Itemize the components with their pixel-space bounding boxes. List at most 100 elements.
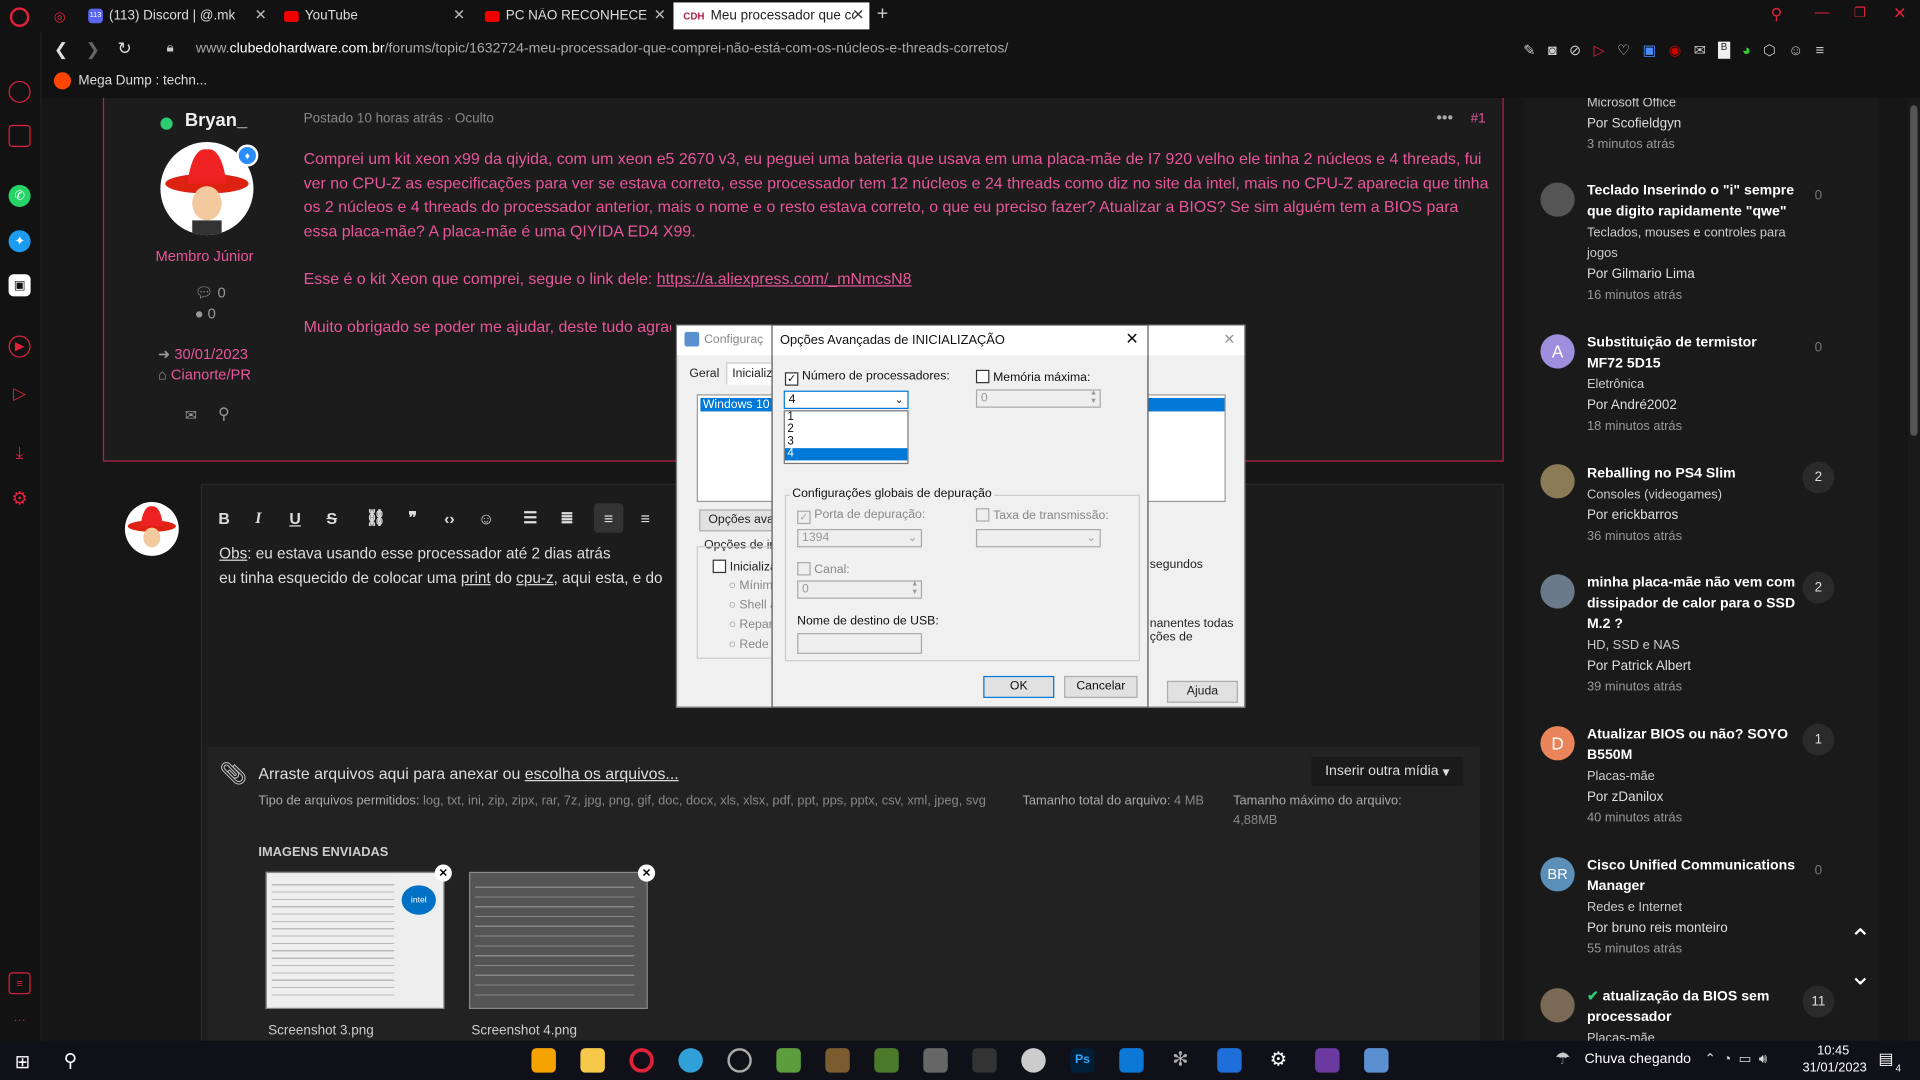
message-icon[interactable]: ✉ <box>185 407 197 424</box>
avatar[interactable]: BR <box>1540 857 1575 892</box>
baud-rate-checkbox[interactable]: Taxa de transmissão: <box>975 508 1109 523</box>
weather-text[interactable]: Chuva chegando <box>1585 1052 1691 1067</box>
usb-target-field[interactable] <box>797 633 923 654</box>
restore-icon[interactable]: ❐ <box>1854 5 1866 21</box>
dropdown-option[interactable]: 1 <box>785 411 907 423</box>
align-left-icon[interactable]: ≡ <box>593 503 624 533</box>
discord-sidebar-icon[interactable]: ▣ <box>8 274 31 297</box>
obs-icon[interactable] <box>1021 1048 1046 1073</box>
mail-icon[interactable]: ✉ <box>1694 42 1706 59</box>
edit-icon[interactable]: ✎ <box>1523 42 1535 59</box>
cancel-button[interactable]: Cancelar <box>1064 675 1138 698</box>
minecraft-launcher-icon[interactable] <box>825 1048 850 1073</box>
close-icon[interactable]: ✕ <box>852 6 864 23</box>
snowflake-icon[interactable]: ✻ <box>1168 1048 1192 1072</box>
dropdown-option[interactable]: 4 <box>784 448 908 461</box>
game-icon[interactable] <box>923 1048 948 1073</box>
windows-start-icon[interactable]: ⊞ <box>15 1051 30 1073</box>
search-tabs-icon[interactable]: ⚲ <box>1771 5 1783 25</box>
clock-date[interactable]: 31/01/2023 <box>1802 1060 1866 1075</box>
italic-button[interactable]: I <box>244 503 273 532</box>
speed-dial-icon[interactable] <box>8 80 31 103</box>
grass-block-icon[interactable] <box>874 1048 899 1073</box>
attachment-area[interactable]: 📎︎ Arraste arquivos aqui para anexar ou … <box>206 746 1481 1041</box>
weather-icon[interactable]: ☂ <box>1555 1048 1570 1069</box>
minecraft-icon[interactable] <box>776 1048 801 1073</box>
radio-minimal[interactable]: ○ Mínim <box>729 579 773 592</box>
bookmark-item[interactable]: Mega Dump : techn... <box>53 72 207 90</box>
activity-item[interactable]: Teclado Inserindo o "i" sempre que digit… <box>1587 181 1795 306</box>
close-icon[interactable]: ✕ <box>654 6 666 23</box>
settings-icon[interactable]: ⚙ <box>9 487 31 510</box>
forward-icon[interactable]: ❯ <box>86 39 100 60</box>
apps-icon[interactable] <box>1217 1048 1242 1073</box>
activity-item[interactable]: Reballing no PS4 Slim Consoles (videogam… <box>1587 464 1795 547</box>
cube-icon[interactable]: ⬡ <box>1763 42 1776 59</box>
search-icon[interactable]: ⚲ <box>64 1049 77 1072</box>
search-icon[interactable]: ⚲ <box>218 404 230 424</box>
steam-icon[interactable] <box>727 1048 752 1073</box>
dropdown-option[interactable]: 3 <box>785 435 907 448</box>
avatar[interactable] <box>1540 464 1575 499</box>
workspaces-icon[interactable] <box>8 124 31 147</box>
vpn-icon[interactable]: ▣ <box>1643 42 1657 59</box>
remove-image-icon[interactable]: ✕ <box>637 864 656 882</box>
scrollbar-thumb[interactable] <box>1910 105 1918 436</box>
tab-current[interactable]: CDH Meu processador que com ✕ <box>673 2 870 30</box>
close-icon[interactable]: ✕ <box>1223 331 1235 348</box>
photoshop-icon[interactable]: Ps <box>1070 1048 1095 1073</box>
avatar[interactable]: A <box>1540 334 1575 369</box>
radio-repair[interactable]: ○ Repar <box>729 618 773 631</box>
dropdown-option[interactable]: 2 <box>785 423 907 436</box>
close-icon[interactable]: ✕ <box>255 6 267 23</box>
thumbnail[interactable]: intel <box>265 871 445 1009</box>
code-icon[interactable]: ‹› <box>435 503 464 532</box>
avatar[interactable] <box>1540 574 1575 609</box>
clock-time[interactable]: 10:45 <box>1817 1043 1849 1058</box>
activity-item[interactable]: minha placa-mãe não vem com dissipador d… <box>1587 573 1795 698</box>
underline-button[interactable]: U <box>280 503 309 532</box>
insert-media-button[interactable]: Inserir outra mídia ▾ <box>1311 756 1464 787</box>
activity-item[interactable]: Substituição de termistor MF72 5D15 Elet… <box>1587 333 1795 437</box>
bullet-list-icon[interactable]: ☰ <box>516 503 545 532</box>
emoji-icon[interactable]: ☺ <box>471 503 500 532</box>
align-center-icon[interactable]: ≡ <box>631 503 660 532</box>
thumbnail[interactable] <box>468 871 648 1009</box>
baud-rate-select[interactable]: ⌄ <box>975 528 1101 548</box>
bold-button[interactable]: B <box>209 503 238 532</box>
aliexpress-link[interactable]: https://a.aliexpress.com/_mNmcsN8 <box>657 269 912 287</box>
radio-shell[interactable]: ○ Shell a <box>729 599 777 612</box>
author-name[interactable]: Bryan_ <box>185 110 247 131</box>
remove-image-icon[interactable]: ✕ <box>434 864 452 882</box>
downloads-icon[interactable]: ⤓ <box>9 441 31 463</box>
tab-reddit[interactable]: ◎ <box>44 2 73 29</box>
heart-icon[interactable]: ♡ <box>1617 42 1630 59</box>
debug-port-checkbox[interactable]: ✓ Porta de depuração: <box>797 508 925 525</box>
num-processors-checkbox[interactable]: ✓ Número de processadores: <box>784 370 950 386</box>
bitwarden-icon[interactable]: B <box>1718 41 1730 59</box>
close-icon[interactable]: ✕ <box>453 6 465 23</box>
avatar[interactable] <box>1540 988 1575 1023</box>
tab-general[interactable]: Geral <box>689 367 719 380</box>
cpu-icon[interactable] <box>1315 1048 1340 1073</box>
menu-icon[interactable]: ≡ <box>1815 42 1824 59</box>
channel-field[interactable]: 0 ▲ ▼ <box>797 580 923 599</box>
debug-port-select[interactable]: 1394 ⌄ <box>797 528 923 548</box>
edge-icon[interactable] <box>678 1048 703 1073</box>
store-icon[interactable] <box>531 1048 556 1073</box>
radio-network[interactable]: ○ Rede <box>729 638 769 651</box>
ok-button[interactable]: OK <box>983 675 1055 698</box>
camera-icon[interactable]: ◙ <box>1548 42 1557 59</box>
avatar[interactable]: D <box>1540 726 1575 761</box>
scroll-up-icon[interactable]: ⌃ <box>1849 923 1872 955</box>
tab-youtube[interactable]: YouTube ✕ <box>274 2 470 29</box>
notification-icon[interactable]: ▤ <box>1878 1049 1893 1069</box>
avatar[interactable] <box>1540 182 1575 217</box>
activity-item[interactable]: Cisco Unified Communications Manager Red… <box>1587 856 1795 960</box>
new-tab-icon[interactable]: + <box>877 4 888 26</box>
reload-icon[interactable]: ↻ <box>118 38 132 59</box>
activity-item[interactable]: ✔ atualização da BIOS sem processador Pl… <box>1587 987 1795 1040</box>
msconfig-icon[interactable] <box>1364 1048 1389 1073</box>
flow-icon[interactable]: ▷ <box>1594 42 1605 59</box>
windows-app-icon[interactable] <box>1119 1048 1144 1073</box>
